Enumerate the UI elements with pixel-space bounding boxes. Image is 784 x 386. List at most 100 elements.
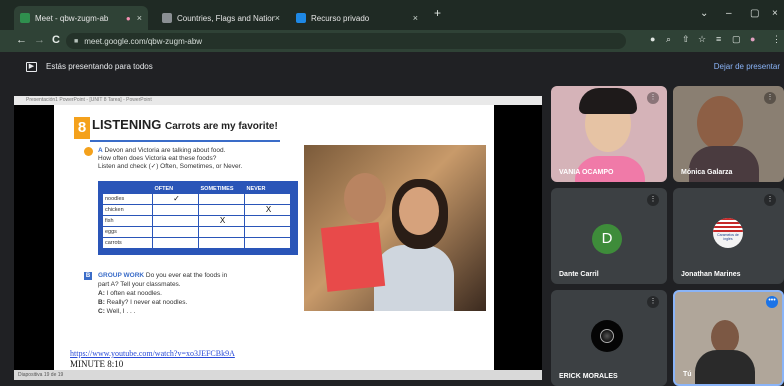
shared-screen: Presentación1 PowerPoint - [UNIT 8 Tarea…: [14, 96, 542, 380]
dialog-speaker: B:: [98, 299, 105, 306]
section-a-bullet: [84, 147, 93, 156]
food-cell: eggs: [102, 225, 153, 238]
food-cell: fish: [102, 214, 153, 227]
participant-tile-erick[interactable]: ⋮ ERICK MORALES: [551, 290, 667, 386]
participant-name: VANIA OCAMPO: [559, 169, 614, 176]
check-cell: [244, 236, 291, 249]
dialog-speaker: C:: [98, 308, 105, 315]
youtube-link[interactable]: https://www.youtube.com/watch?v=xo3JEFCB…: [70, 349, 235, 358]
participant-tile-vania[interactable]: ⋮ VANIA OCAMPO: [551, 86, 667, 182]
check-cell: [198, 225, 245, 238]
minimize-button[interactable]: –: [726, 8, 732, 19]
section-b-line: part A? Tell your classmates.: [98, 281, 181, 288]
check-cell: X: [244, 203, 291, 216]
participant-tile-dante[interactable]: D ⋮ Dante Carril: [551, 188, 667, 284]
check-cell: [244, 214, 291, 227]
close-tab-icon[interactable]: ×: [137, 13, 142, 23]
tab-label: Meet - qbw-zugm-abw: [35, 13, 108, 23]
browser-menu-icon[interactable]: ⋮: [772, 34, 781, 45]
powerpoint-title-bar: Presentación1 PowerPoint - [UNIT 8 Tarea…: [14, 96, 542, 105]
participant-video: [711, 320, 739, 354]
stop-presenting-button[interactable]: Dejar de presentar: [714, 62, 780, 71]
participant-tile-self[interactable]: ••• Tú: [673, 290, 784, 386]
address-bar: ← → C ■ meet.google.com/qbw-zugm-abw ● ⌕…: [0, 30, 784, 52]
minute-note: MINUTE 8:10: [70, 359, 124, 369]
presenting-status-text: Estás presentando para todos: [46, 62, 153, 71]
tab-countries[interactable]: Countries, Flags and Nationalitie ×: [156, 6, 286, 30]
camera-in-use-icon[interactable]: ●: [650, 34, 655, 44]
lesson-title: LISTENING Carrots are my favorite!: [92, 117, 278, 132]
lock-icon: ■: [74, 37, 79, 45]
forward-button[interactable]: →: [34, 34, 45, 46]
food-cell: noodles: [102, 192, 153, 205]
section-b-text: GROUP WORK Do you ever eat the foods in …: [98, 271, 308, 316]
more-options-icon[interactable]: ⋮: [764, 92, 776, 104]
photo-shirt: [374, 245, 454, 311]
recording-dot-icon: ●: [125, 13, 131, 23]
mic-muted-icon[interactable]: ⋮: [764, 194, 776, 206]
photo-man-face: [344, 173, 386, 223]
tab-meet[interactable]: Meet - qbw-zugm-abw ● ×: [14, 6, 148, 30]
meet-icon: [20, 13, 30, 23]
column-header: SOMETIMES: [200, 185, 234, 192]
mic-muted-icon[interactable]: ⋮: [647, 296, 659, 308]
food-cell: chicken: [102, 203, 153, 216]
dialog-line: Really? I never eat noodles.: [106, 299, 188, 306]
tab-label: Countries, Flags and Nationalitie: [177, 13, 275, 23]
reading-list-icon[interactable]: ≡: [716, 34, 721, 44]
table-row: chicken X: [102, 203, 291, 216]
column-header: NEVER: [246, 185, 266, 192]
profile-avatar-icon[interactable]: ●: [750, 34, 755, 44]
flag-icon: [713, 218, 743, 232]
drive-icon: [296, 13, 306, 23]
tab-recurso-privado[interactable]: Recurso privado ×: [290, 6, 424, 30]
more-options-icon[interactable]: •••: [766, 296, 778, 308]
avatar-caption: Caramelos de inglés: [717, 233, 739, 241]
table-row: fish X: [102, 214, 291, 227]
maximize-button[interactable]: ▢: [750, 8, 759, 19]
close-tab-icon[interactable]: ×: [275, 13, 280, 23]
check-cell: [244, 192, 291, 205]
share-icon[interactable]: ⇧: [682, 34, 690, 45]
url-field[interactable]: ■ meet.google.com/qbw-zugm-abw: [66, 33, 626, 49]
close-tab-icon[interactable]: ×: [413, 13, 418, 23]
new-tab-button[interactable]: +: [434, 6, 441, 20]
present-screen-icon: ▶: [26, 62, 37, 72]
photo-woman-face: [399, 187, 439, 235]
lesson-number: 8: [74, 117, 90, 139]
table-header-row: OFTEN SOMETIMES NEVER: [103, 185, 291, 193]
reload-button[interactable]: C: [52, 34, 60, 46]
tab-search-icon[interactable]: ⌄: [700, 8, 708, 19]
bookmark-star-icon[interactable]: ☆: [698, 34, 706, 45]
frequency-grid: OFTEN SOMETIMES NEVER noodles ✓ chicken …: [98, 181, 298, 255]
powerpoint-status-bar: Diapositiva 19 de 19: [14, 370, 542, 380]
check-cell: [152, 214, 199, 227]
participant-hair: [579, 88, 637, 114]
participant-tile-jonathan[interactable]: Caramelos de inglés ⋮ Jonathan Marines: [673, 188, 784, 284]
check-cell: [244, 225, 291, 238]
participant-name: Jonathan Marines: [681, 271, 741, 278]
participant-name: Tú: [683, 371, 692, 378]
browser-tab-bar: Meet - qbw-zugm-abw ● × Countries, Flags…: [0, 0, 784, 30]
couple-photo: [304, 145, 486, 311]
tab-label: Recurso privado: [311, 13, 370, 23]
zoom-icon[interactable]: ⌕: [666, 34, 671, 45]
check-cell: [198, 192, 245, 205]
close-window-button[interactable]: ×: [772, 8, 778, 19]
side-panel-icon[interactable]: ▢: [732, 34, 741, 45]
table-row: carrots: [102, 236, 291, 249]
check-cell: ✓: [152, 192, 199, 205]
column-header: OFTEN: [154, 185, 174, 192]
participant-tile-monica[interactable]: ⋮ Mónica Galarza: [673, 86, 784, 182]
check-cell: [152, 236, 199, 249]
more-options-icon[interactable]: ⋮: [647, 92, 659, 104]
participant-video: [697, 96, 743, 150]
participant-shirt: [689, 146, 759, 182]
section-a-label: A: [98, 147, 103, 154]
column-header: [103, 185, 153, 193]
planet-icon: [600, 329, 614, 343]
section-a-line: Devon and Victoria are talking about foo…: [104, 147, 226, 154]
table-row: eggs: [102, 225, 291, 238]
back-button[interactable]: ←: [16, 34, 27, 46]
mic-muted-icon[interactable]: ⋮: [647, 194, 659, 206]
